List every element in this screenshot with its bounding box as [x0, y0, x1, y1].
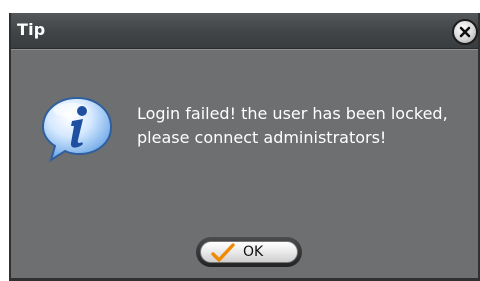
- ok-button-face[interactable]: OK: [200, 241, 298, 263]
- dialog-title: Tip: [17, 20, 46, 39]
- ok-button[interactable]: OK: [196, 237, 302, 267]
- dialog-message: Login failed! the user has been locked, …: [137, 104, 448, 147]
- ok-button-label: OK: [243, 244, 264, 260]
- tip-dialog: Tip Login failed! the user has been lock…: [9, 13, 480, 281]
- close-button[interactable]: [452, 19, 478, 45]
- checkmark-icon: [211, 243, 235, 262]
- dialog-titlebar[interactable]: Tip: [11, 13, 478, 49]
- info-icon: [41, 96, 113, 163]
- dialog-body: Login failed! the user has been locked, …: [11, 49, 478, 278]
- close-icon: [459, 26, 471, 38]
